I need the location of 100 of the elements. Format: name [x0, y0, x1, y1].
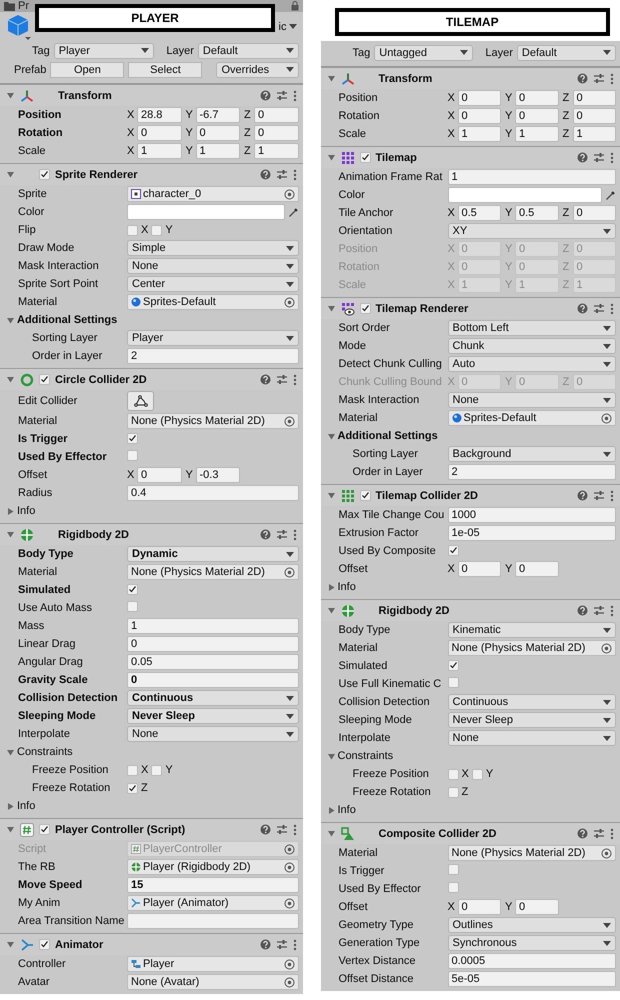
- object-field[interactable]: None (Avatar): [127, 974, 298, 990]
- foldout-arrow-icon[interactable]: [326, 606, 336, 615]
- dropdown[interactable]: Never Sleep: [448, 712, 616, 728]
- sliders-icon[interactable]: [593, 605, 605, 616]
- foldout[interactable]: Info: [6, 797, 298, 815]
- object-field[interactable]: Player: [127, 956, 298, 972]
- number-field[interactable]: 1000: [448, 507, 616, 523]
- object-picker-icon[interactable]: [284, 862, 294, 872]
- more-icon[interactable]: [610, 72, 614, 84]
- dropdown[interactable]: None: [448, 392, 616, 408]
- number-field[interactable]: 1e-05: [448, 525, 616, 541]
- sliders-icon[interactable]: [276, 374, 288, 385]
- number-field[interactable]: 5e-05: [448, 971, 616, 987]
- color-field[interactable]: [127, 204, 284, 220]
- sliders-icon[interactable]: [276, 529, 288, 540]
- number-field[interactable]: 1: [572, 126, 616, 142]
- number-field[interactable]: 1: [458, 126, 501, 142]
- number-field[interactable]: 1: [515, 126, 558, 142]
- tab-label[interactable]: Pr: [18, 0, 29, 12]
- object-picker-icon[interactable]: [284, 898, 294, 908]
- checkbox[interactable]: [127, 450, 138, 461]
- object-picker-icon[interactable]: [284, 976, 294, 988]
- number-field[interactable]: 1: [137, 143, 182, 159]
- dropdown[interactable]: Background: [448, 446, 616, 462]
- help-icon[interactable]: [577, 490, 588, 501]
- foldout[interactable]: Constraints: [326, 747, 616, 765]
- checkbox[interactable]: [360, 490, 370, 501]
- foldout-arrow-icon[interactable]: [326, 74, 336, 83]
- checkbox[interactable]: [448, 768, 458, 780]
- sliders-icon[interactable]: [593, 303, 605, 314]
- help-icon[interactable]: [577, 303, 588, 314]
- checkbox[interactable]: [151, 224, 162, 236]
- object-picker-icon[interactable]: [601, 642, 612, 654]
- checkbox[interactable]: [448, 864, 458, 875]
- object-picker-icon[interactable]: [284, 416, 294, 426]
- number-field[interactable]: 0: [127, 636, 298, 652]
- prefab-button[interactable]: Select: [128, 62, 202, 78]
- number-field[interactable]: [127, 913, 298, 929]
- sliders-icon[interactable]: [593, 490, 605, 501]
- checkbox[interactable]: [127, 601, 138, 612]
- dropdown[interactable]: Overrides: [216, 62, 299, 78]
- sliders-icon[interactable]: [276, 824, 288, 835]
- checkbox[interactable]: [39, 939, 50, 950]
- more-icon[interactable]: [292, 938, 296, 950]
- checkbox[interactable]: [448, 677, 458, 688]
- more-icon[interactable]: [292, 824, 296, 836]
- number-field[interactable]: 2: [127, 348, 298, 364]
- help-icon[interactable]: [577, 152, 588, 163]
- number-field[interactable]: 0: [572, 108, 616, 124]
- help-icon[interactable]: [260, 824, 270, 835]
- checkbox[interactable]: [127, 782, 138, 794]
- object-picker-icon[interactable]: [601, 412, 612, 424]
- foldout-arrow-icon[interactable]: [326, 582, 336, 592]
- number-field[interactable]: 0: [137, 467, 182, 483]
- foldout-arrow-icon[interactable]: [6, 802, 15, 810]
- foldout-arrow-icon[interactable]: [6, 170, 15, 179]
- checkbox[interactable]: [472, 768, 483, 780]
- foldout[interactable]: Info: [6, 502, 298, 520]
- checkbox[interactable]: [151, 764, 162, 776]
- object-field[interactable]: None (Physics Material 2D): [448, 845, 616, 861]
- dropdown[interactable]: Player: [127, 330, 298, 346]
- help-icon[interactable]: [577, 828, 588, 839]
- number-field[interactable]: 0: [515, 899, 558, 915]
- number-field[interactable]: 0.05: [127, 654, 298, 670]
- object-field[interactable]: None (Physics Material 2D): [448, 640, 616, 656]
- checkbox[interactable]: [448, 660, 458, 670]
- foldout-arrow-icon[interactable]: [326, 153, 336, 162]
- dropdown[interactable]: Center: [127, 276, 298, 292]
- more-icon[interactable]: [292, 90, 296, 102]
- checkbox[interactable]: [127, 584, 138, 594]
- number-field[interactable]: 0: [254, 125, 298, 141]
- foldout[interactable]: Constraints: [6, 743, 298, 761]
- foldout-arrow-icon[interactable]: [6, 91, 15, 100]
- dropdown[interactable]: Auto: [448, 356, 616, 372]
- number-field[interactable]: 0: [137, 125, 182, 141]
- help-icon[interactable]: [260, 374, 270, 385]
- sliders-icon[interactable]: [276, 939, 288, 950]
- number-field[interactable]: 1: [448, 169, 616, 185]
- sliders-icon[interactable]: [276, 169, 288, 180]
- object-picker-icon[interactable]: [284, 566, 294, 578]
- number-field[interactable]: 0: [458, 108, 501, 124]
- number-field[interactable]: 0: [458, 899, 501, 915]
- checkbox[interactable]: [39, 824, 50, 835]
- checkbox[interactable]: [39, 169, 50, 180]
- edit-collider-button[interactable]: [127, 391, 154, 411]
- number-field[interactable]: -0.3: [196, 467, 240, 483]
- help-icon[interactable]: [260, 169, 270, 180]
- number-field[interactable]: 0: [196, 125, 240, 141]
- sliders-icon[interactable]: [593, 152, 605, 163]
- dropdown[interactable]: None: [127, 258, 298, 274]
- object-field[interactable]: Player (Rigidbody 2D): [127, 859, 298, 875]
- dropdown[interactable]: Untagged: [374, 44, 474, 60]
- number-field[interactable]: -6.7: [196, 107, 240, 123]
- dropdown[interactable]: Continuous: [448, 694, 616, 710]
- color-field[interactable]: [448, 187, 602, 203]
- foldout-arrow-icon[interactable]: [326, 304, 336, 313]
- checkbox[interactable]: [448, 786, 458, 798]
- foldout-arrow-icon[interactable]: [6, 316, 15, 324]
- checkbox[interactable]: [127, 764, 138, 776]
- foldout[interactable]: Additional Settings: [326, 427, 616, 445]
